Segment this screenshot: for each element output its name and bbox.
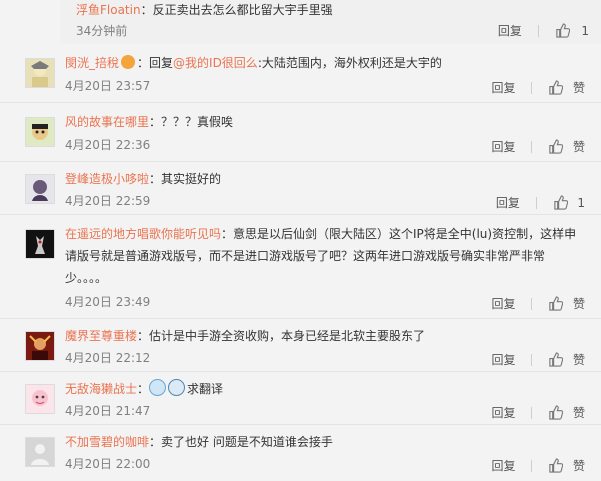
comment-content: 登峰造极小哆啦：其实挺好的	[65, 168, 579, 190]
timestamp: 4月20日 23:57	[65, 79, 151, 93]
comment-text: ：卖了也好 问题是不知道谁会接手	[149, 435, 333, 449]
divider	[531, 81, 533, 94]
comment-panel: 浮鱼Floatin：反正卖出去怎么都比留大宇手里强 34分钟前 回复 1 閔洸_…	[0, 0, 601, 481]
reply-button[interactable]: 回复	[491, 457, 515, 474]
comment-content: 风的故事在哪里：？？？真假唉	[65, 111, 579, 133]
username-link[interactable]: 閔洸_掊稅	[65, 56, 119, 70]
thumbs-up-icon[interactable]	[548, 458, 564, 473]
list-item: 无敌海獭战士： 求翻译 4月20日 21:47 回复 赞	[0, 372, 601, 425]
comment-text: ：？？？真假唉	[149, 115, 234, 129]
comment-actions: 回复 1	[496, 194, 585, 212]
divider	[531, 353, 533, 366]
thumbs-up-icon[interactable]	[548, 352, 564, 367]
comment-actions: 回复 赞	[491, 457, 585, 475]
timestamp: 34分钟前	[76, 24, 128, 38]
comment-actions: 回复 赞	[491, 404, 585, 422]
comment-text: 求翻译	[187, 382, 224, 396]
comment-content: 魔界至尊重楼：估计是中手游全资收购，本身已经是北软主要股东了	[65, 325, 579, 347]
thumbs-up-icon[interactable]	[555, 23, 570, 38]
divider	[531, 297, 533, 310]
comment-actions: 回复 赞	[491, 295, 585, 313]
divider	[537, 24, 539, 37]
reply-button[interactable]: 回复	[498, 22, 522, 39]
comment-actions: 回复 赞	[491, 79, 585, 97]
avatar[interactable]	[25, 229, 55, 259]
divider	[531, 140, 533, 153]
comment-actions: 回复 赞	[491, 138, 585, 156]
list-item: 魔界至尊重楼：估计是中手游全资收购，本身已经是北软主要股东了 4月20日 22:…	[0, 319, 601, 372]
timestamp: 4月20日 22:12	[65, 351, 151, 365]
list-item: 不加雪碧的咖啡：卖了也好 问题是不知道谁会接手 4月20日 22:00 回复 赞	[0, 425, 601, 481]
like-count: 1	[581, 23, 589, 38]
comment-text: ：反正卖出去怎么都比留大宇手里强	[140, 3, 333, 17]
username-link[interactable]: 风的故事在哪里	[65, 115, 149, 129]
timestamp: 4月20日 21:47	[65, 404, 151, 418]
username-link[interactable]: 登峰造极小哆啦	[65, 172, 149, 186]
username-link[interactable]: 不加雪碧的咖啡	[65, 435, 149, 449]
reply-button[interactable]: 回复	[491, 404, 515, 421]
comment-content: 在遥远的地方唱歌你能听见吗：意思是以后仙剑（限大陆区）这个IP将是全中(lu)资…	[65, 223, 579, 289]
avatar[interactable]	[25, 58, 55, 88]
emoji-icon	[149, 379, 167, 396]
thumbs-up-icon[interactable]	[548, 405, 564, 420]
reply-button[interactable]: 回复	[491, 295, 515, 312]
thumbs-up-icon[interactable]	[548, 296, 564, 311]
avatar[interactable]	[25, 384, 55, 414]
avatar[interactable]	[25, 437, 55, 467]
comment-list: 閔洸_掊稅 ：回复@我的ID很回么:大陆范围内，海外权利还是大宇的 4月20日 2…	[0, 44, 601, 481]
comment-content: 无敌海獭战士： 求翻译	[65, 378, 579, 400]
like-count: 1	[577, 195, 585, 210]
comment-text: ：估计是中手游全资收购，本身已经是北软主要股东了	[137, 329, 426, 343]
sub-reply: 浮鱼Floatin：反正卖出去怎么都比留大宇手里强 34分钟前 回复 1	[60, 0, 601, 45]
username-link[interactable]: 魔界至尊重楼	[65, 329, 137, 343]
like-button[interactable]: 赞	[573, 138, 585, 155]
emoji-icon	[168, 379, 186, 396]
reply-button[interactable]: 回复	[491, 138, 515, 155]
thumbs-up-icon[interactable]	[548, 80, 564, 95]
divider	[531, 459, 533, 472]
comment-actions: 回复 1	[498, 22, 589, 38]
list-item: 閔洸_掊稅 ：回复@我的ID很回么:大陆范围内，海外权利还是大宇的 4月20日 2…	[0, 44, 601, 103]
username-link[interactable]: 浮鱼Floatin	[76, 3, 141, 17]
avatar[interactable]	[25, 174, 55, 204]
timestamp: 4月20日 22:36	[65, 138, 151, 152]
comment-text: :大陆范围内，海外权利还是大宇的	[257, 56, 442, 70]
thumbs-up-icon[interactable]	[548, 139, 564, 154]
timestamp: 4月20日 22:59	[65, 194, 151, 208]
timestamp: 4月20日 23:49	[65, 295, 151, 309]
divider	[535, 196, 537, 209]
comment-content: 閔洸_掊稅 ：回复@我的ID很回么:大陆范围内，海外权利还是大宇的	[65, 52, 579, 74]
like-button[interactable]: 赞	[573, 404, 585, 421]
like-button[interactable]: 赞	[573, 79, 585, 96]
comment-content: 不加雪碧的咖啡：卖了也好 问题是不知道谁会接手	[65, 431, 579, 453]
like-button[interactable]: 赞	[573, 457, 585, 474]
list-item: 风的故事在哪里：？？？真假唉 4月20日 22:36 回复 赞	[0, 103, 601, 162]
list-item: 在遥远的地方唱歌你能听见吗：意思是以后仙剑（限大陆区）这个IP将是全中(lu)资…	[0, 215, 601, 319]
sub-reply-content: 浮鱼Floatin：反正卖出去怎么都比留大宇手里强	[76, 1, 333, 18]
mention-link[interactable]: @我的ID很回么	[173, 56, 258, 70]
comment-actions: 回复 赞	[491, 351, 585, 369]
divider	[531, 406, 533, 419]
thumbs-up-icon[interactable]	[553, 195, 568, 210]
reply-button[interactable]: 回复	[491, 351, 515, 368]
avatar[interactable]	[25, 331, 55, 361]
vip-badge-icon	[121, 55, 136, 69]
avatar[interactable]	[25, 117, 55, 147]
username-link[interactable]: 在遥远的地方唱歌你能听见吗	[65, 227, 221, 241]
timestamp: 4月20日 22:00	[65, 457, 151, 471]
reply-button[interactable]: 回复	[496, 194, 520, 211]
like-button[interactable]: 赞	[573, 295, 585, 312]
comment-text: ：	[137, 382, 150, 396]
username-link[interactable]: 无敌海獭战士	[65, 382, 137, 396]
reply-button[interactable]: 回复	[491, 79, 515, 96]
like-button[interactable]: 赞	[573, 351, 585, 368]
comment-text: ：回复	[137, 56, 174, 70]
list-item: 登峰造极小哆啦：其实挺好的 4月20日 22:59 回复 1	[0, 162, 601, 215]
comment-text: ：其实挺好的	[149, 172, 222, 186]
